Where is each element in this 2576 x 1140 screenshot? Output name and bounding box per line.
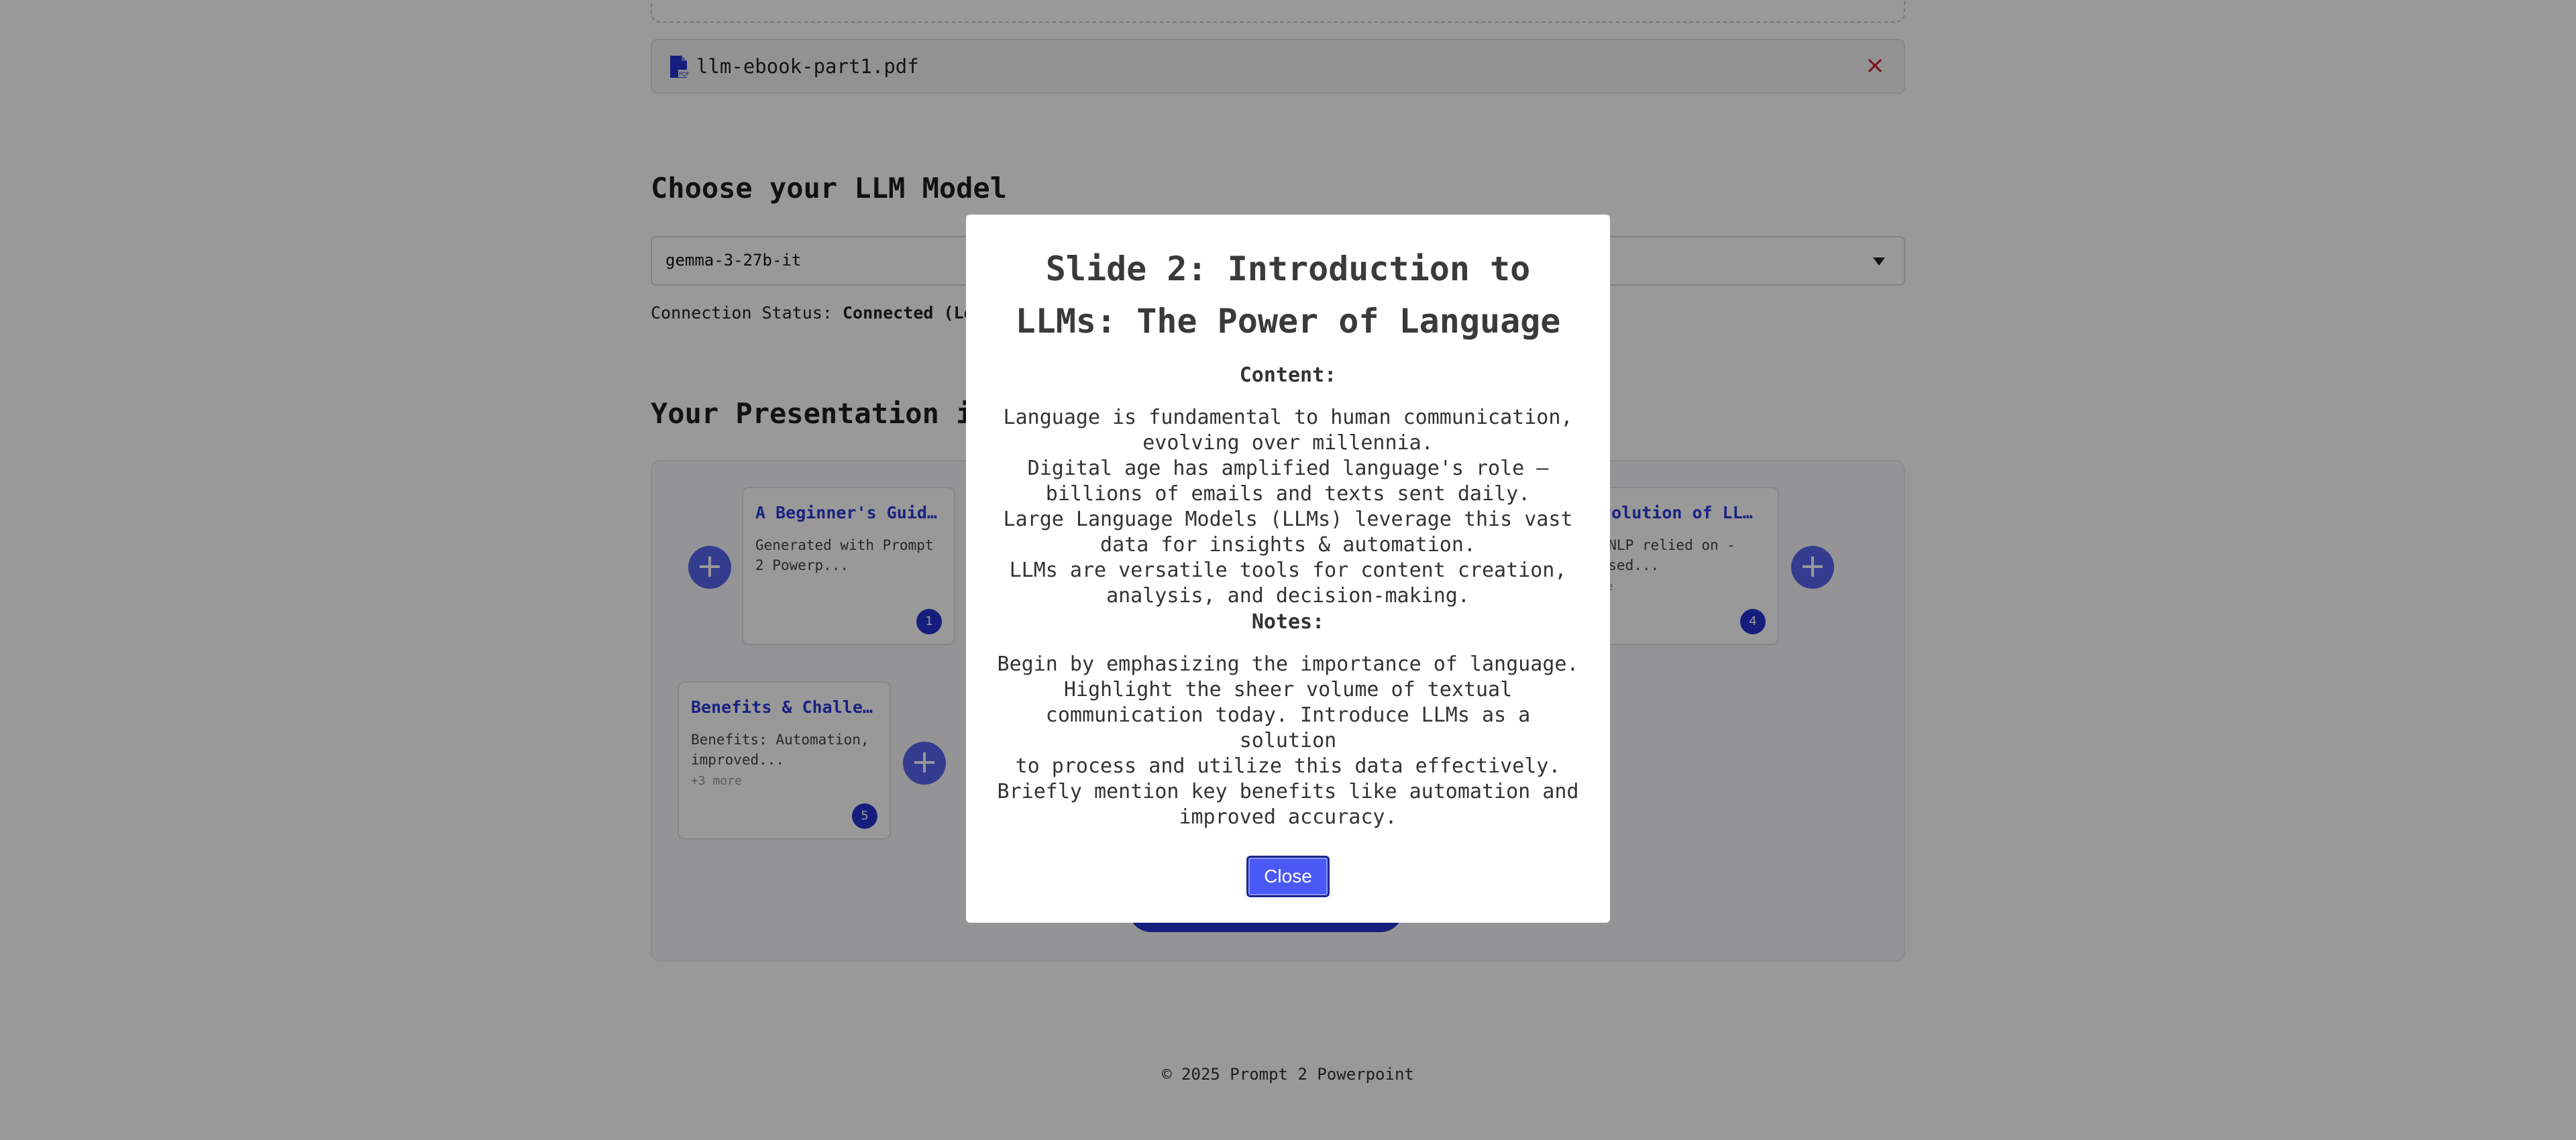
notes-text: Begin by emphasizing the importance of l… [993, 652, 1583, 830]
content-line: LLMs are versatile tools for content cre… [1009, 559, 1567, 582]
content-line: billions of emails and texts sent daily. [1045, 482, 1531, 506]
notes-line: Briefly mention key benefits like automa… [997, 780, 1579, 803]
content-line: data for insights & automation. [1100, 533, 1476, 557]
notes-label: Notes: [1251, 610, 1325, 634]
notes-line: improved accuracy. [1179, 805, 1397, 829]
content-line: Large Language Models (LLMs) leverage th… [1003, 508, 1573, 531]
content-line: Digital age has amplified language's rol… [1027, 457, 1549, 480]
modal-title: Slide 2: Introduction to LLMs: The Power… [1015, 249, 1561, 341]
notes-line: communication today. Introduce LLMs as a… [1045, 703, 1531, 752]
content-line: Language is fundamental to human communi… [1003, 406, 1573, 429]
close-button[interactable]: Close [1246, 856, 1330, 897]
content-line: evolving over millennia. [1142, 431, 1434, 455]
content-line: analysis, and decision-making. [1106, 584, 1470, 608]
notes-line: Begin by emphasizing the importance of l… [997, 652, 1579, 676]
notes-line: to process and utilize this data effecti… [1015, 754, 1561, 778]
slide-preview-modal: Slide 2: Introduction to LLMs: The Power… [966, 215, 1610, 923]
notes-line: Highlight the sheer volume of textual [1063, 678, 1513, 701]
content-text: Language is fundamental to human communi… [993, 405, 1583, 609]
content-label: Content: [1239, 363, 1337, 387]
